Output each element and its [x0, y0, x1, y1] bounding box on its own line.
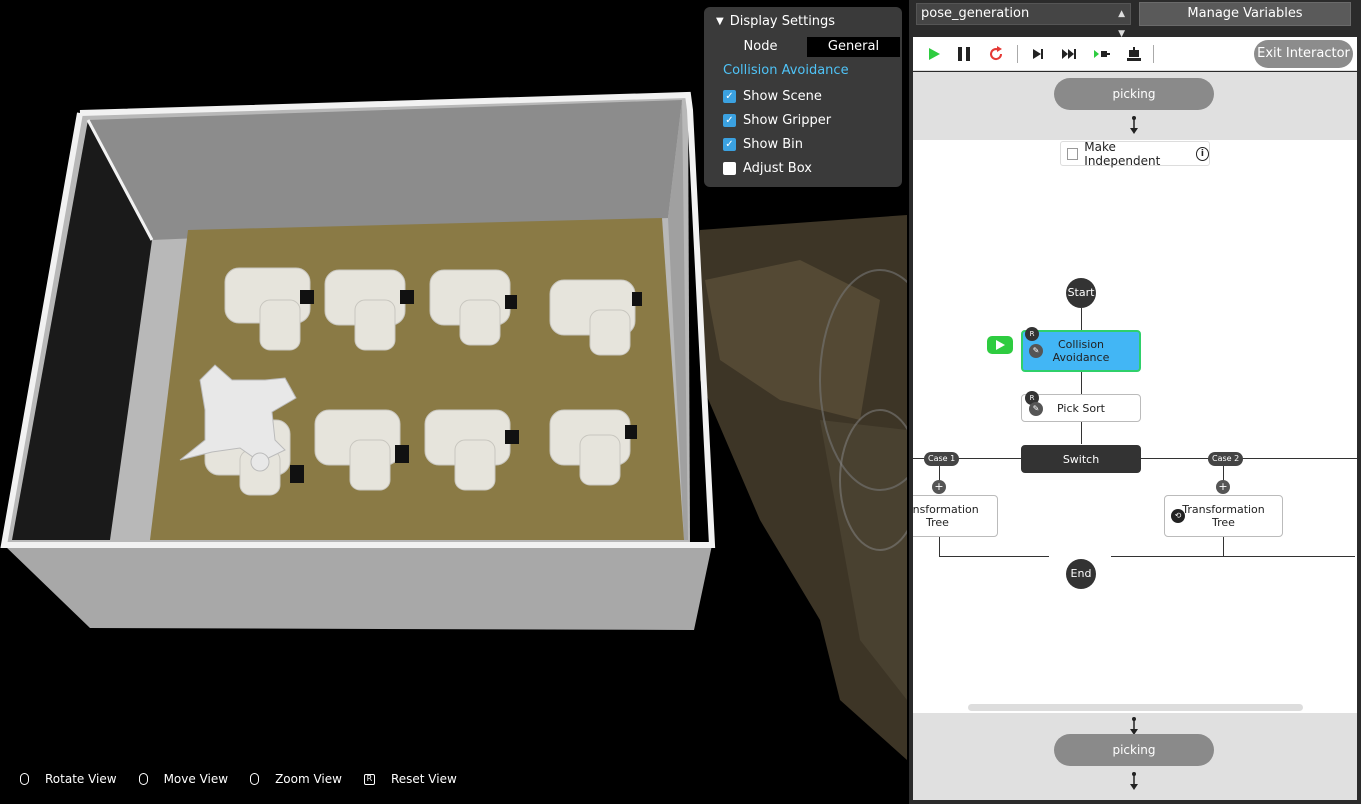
pose-select-dropdown[interactable]: pose_generation ▲ ▼: [916, 3, 1131, 39]
add-node-icon[interactable]: +: [932, 480, 946, 494]
node-label: TransformationTree: [1182, 503, 1265, 529]
display-settings-panel: ▼ Display Settings Node General Collisio…: [704, 7, 902, 187]
display-settings-tabs: Node General: [714, 37, 900, 57]
node-label: TransformationTree: [913, 503, 979, 529]
wrench-icon[interactable]: ✎: [1029, 344, 1043, 358]
connector-line: [939, 536, 940, 556]
toolbar-divider: [1017, 45, 1018, 63]
node-label: Collision Avoidance: [1052, 338, 1110, 364]
switch-node[interactable]: Switch: [1021, 445, 1141, 473]
connector-line: [1111, 556, 1355, 557]
connector-line: [1081, 422, 1082, 444]
case-1-label: Case 1: [924, 452, 960, 466]
r-badge: R: [1025, 327, 1039, 341]
unchecked-box-icon: [723, 162, 736, 175]
mouse-left-icon: [20, 773, 29, 785]
reset-view-hint: R Reset View: [363, 772, 457, 786]
mouse-wheel-icon: [250, 773, 260, 785]
hint-label: Move View: [163, 772, 229, 786]
start-node[interactable]: Start: [1066, 278, 1096, 308]
run-to-icon[interactable]: [1093, 45, 1111, 63]
checkmark-icon: ✓: [723, 138, 736, 151]
run-toolbar: Exit Interactor: [913, 37, 1357, 71]
section-title: Collision Avoidance: [723, 63, 849, 78]
show-bin-checkbox[interactable]: ✓ Show Bin: [723, 137, 803, 152]
connector-line: [1081, 308, 1082, 330]
exit-interactor-button[interactable]: Exit Interactor: [1254, 40, 1353, 68]
rotate-view-hint: Rotate View: [20, 772, 117, 786]
flow-canvas[interactable]: picking Make Independent i Start Collisi…: [913, 72, 1357, 800]
transform-icon[interactable]: ⟲: [1171, 509, 1185, 523]
tab-general[interactable]: General: [807, 37, 900, 57]
connector-line: [1223, 536, 1224, 556]
move-view-hint: Move View: [138, 772, 229, 786]
picking-bottom-node[interactable]: picking: [1054, 734, 1214, 766]
checkmark-icon: ✓: [723, 90, 736, 103]
pause-icon[interactable]: [955, 45, 973, 63]
play-icon[interactable]: [925, 45, 943, 63]
connector-line: [939, 556, 1049, 557]
arrow-down-icon: [1130, 772, 1138, 790]
manage-variables-button[interactable]: Manage Variables: [1139, 2, 1351, 26]
play-icon: [996, 340, 1005, 350]
wrench-icon[interactable]: ✎: [1029, 402, 1043, 416]
3d-viewport[interactable]: ▼ Display Settings Node General Collisio…: [0, 0, 907, 804]
picking-top-node[interactable]: picking: [1054, 78, 1214, 110]
hint-label: Rotate View: [45, 772, 117, 786]
make-independent-option[interactable]: Make Independent i: [1060, 139, 1210, 168]
hint-label: Zoom View: [275, 772, 342, 786]
toolbar-divider: [1153, 45, 1154, 63]
view-controls-bar: Rotate View Move View Zoom View R Reset …: [20, 772, 479, 786]
checkbox-label: Show Gripper: [743, 113, 832, 128]
step-icon[interactable]: [1029, 45, 1047, 63]
app-root: ▼ Display Settings Node General Collisio…: [0, 0, 1361, 804]
adjust-box-checkbox[interactable]: Adjust Box: [723, 161, 812, 176]
hint-label: Reset View: [390, 772, 457, 786]
robot-icon[interactable]: [1125, 45, 1143, 63]
end-node[interactable]: End: [1066, 559, 1096, 589]
show-gripper-checkbox[interactable]: ✓ Show Gripper: [723, 113, 831, 128]
transformation-tree-node-1[interactable]: TransformationTree: [913, 495, 998, 537]
flow-editor-panel: pose_generation ▲ ▼ Manage Variables Exi…: [909, 0, 1361, 804]
r-key-icon: R: [363, 773, 375, 785]
restart-icon[interactable]: [987, 45, 1005, 63]
collapse-triangle-icon: ▼: [716, 16, 724, 27]
node-play-button[interactable]: [987, 336, 1013, 354]
checkbox-label: Show Bin: [743, 137, 803, 152]
info-icon[interactable]: i: [1195, 146, 1209, 161]
add-node-icon[interactable]: +: [1216, 480, 1230, 494]
arrow-down-icon: [1130, 116, 1138, 134]
checkmark-icon: ✓: [723, 114, 736, 127]
skip-icon[interactable]: [1061, 45, 1079, 63]
display-settings-title: Display Settings: [729, 14, 836, 29]
checkbox-label: Show Scene: [743, 89, 822, 104]
display-settings-toggle[interactable]: ▼ Display Settings: [716, 14, 835, 29]
tab-node[interactable]: Node: [714, 37, 807, 57]
make-independent-label: Make Independent: [1084, 139, 1161, 168]
case-2-label: Case 2: [1208, 452, 1244, 466]
zoom-view-hint: Zoom View: [250, 772, 342, 786]
connector-line: [1081, 372, 1082, 394]
show-scene-checkbox[interactable]: ✓ Show Scene: [723, 89, 822, 104]
checkbox-label: Adjust Box: [743, 161, 812, 176]
mouse-right-icon: [138, 773, 148, 785]
horizontal-scrollbar[interactable]: [968, 704, 1303, 711]
make-independent-checkbox[interactable]: [1067, 147, 1079, 160]
select-value: pose_generation: [921, 6, 1030, 21]
